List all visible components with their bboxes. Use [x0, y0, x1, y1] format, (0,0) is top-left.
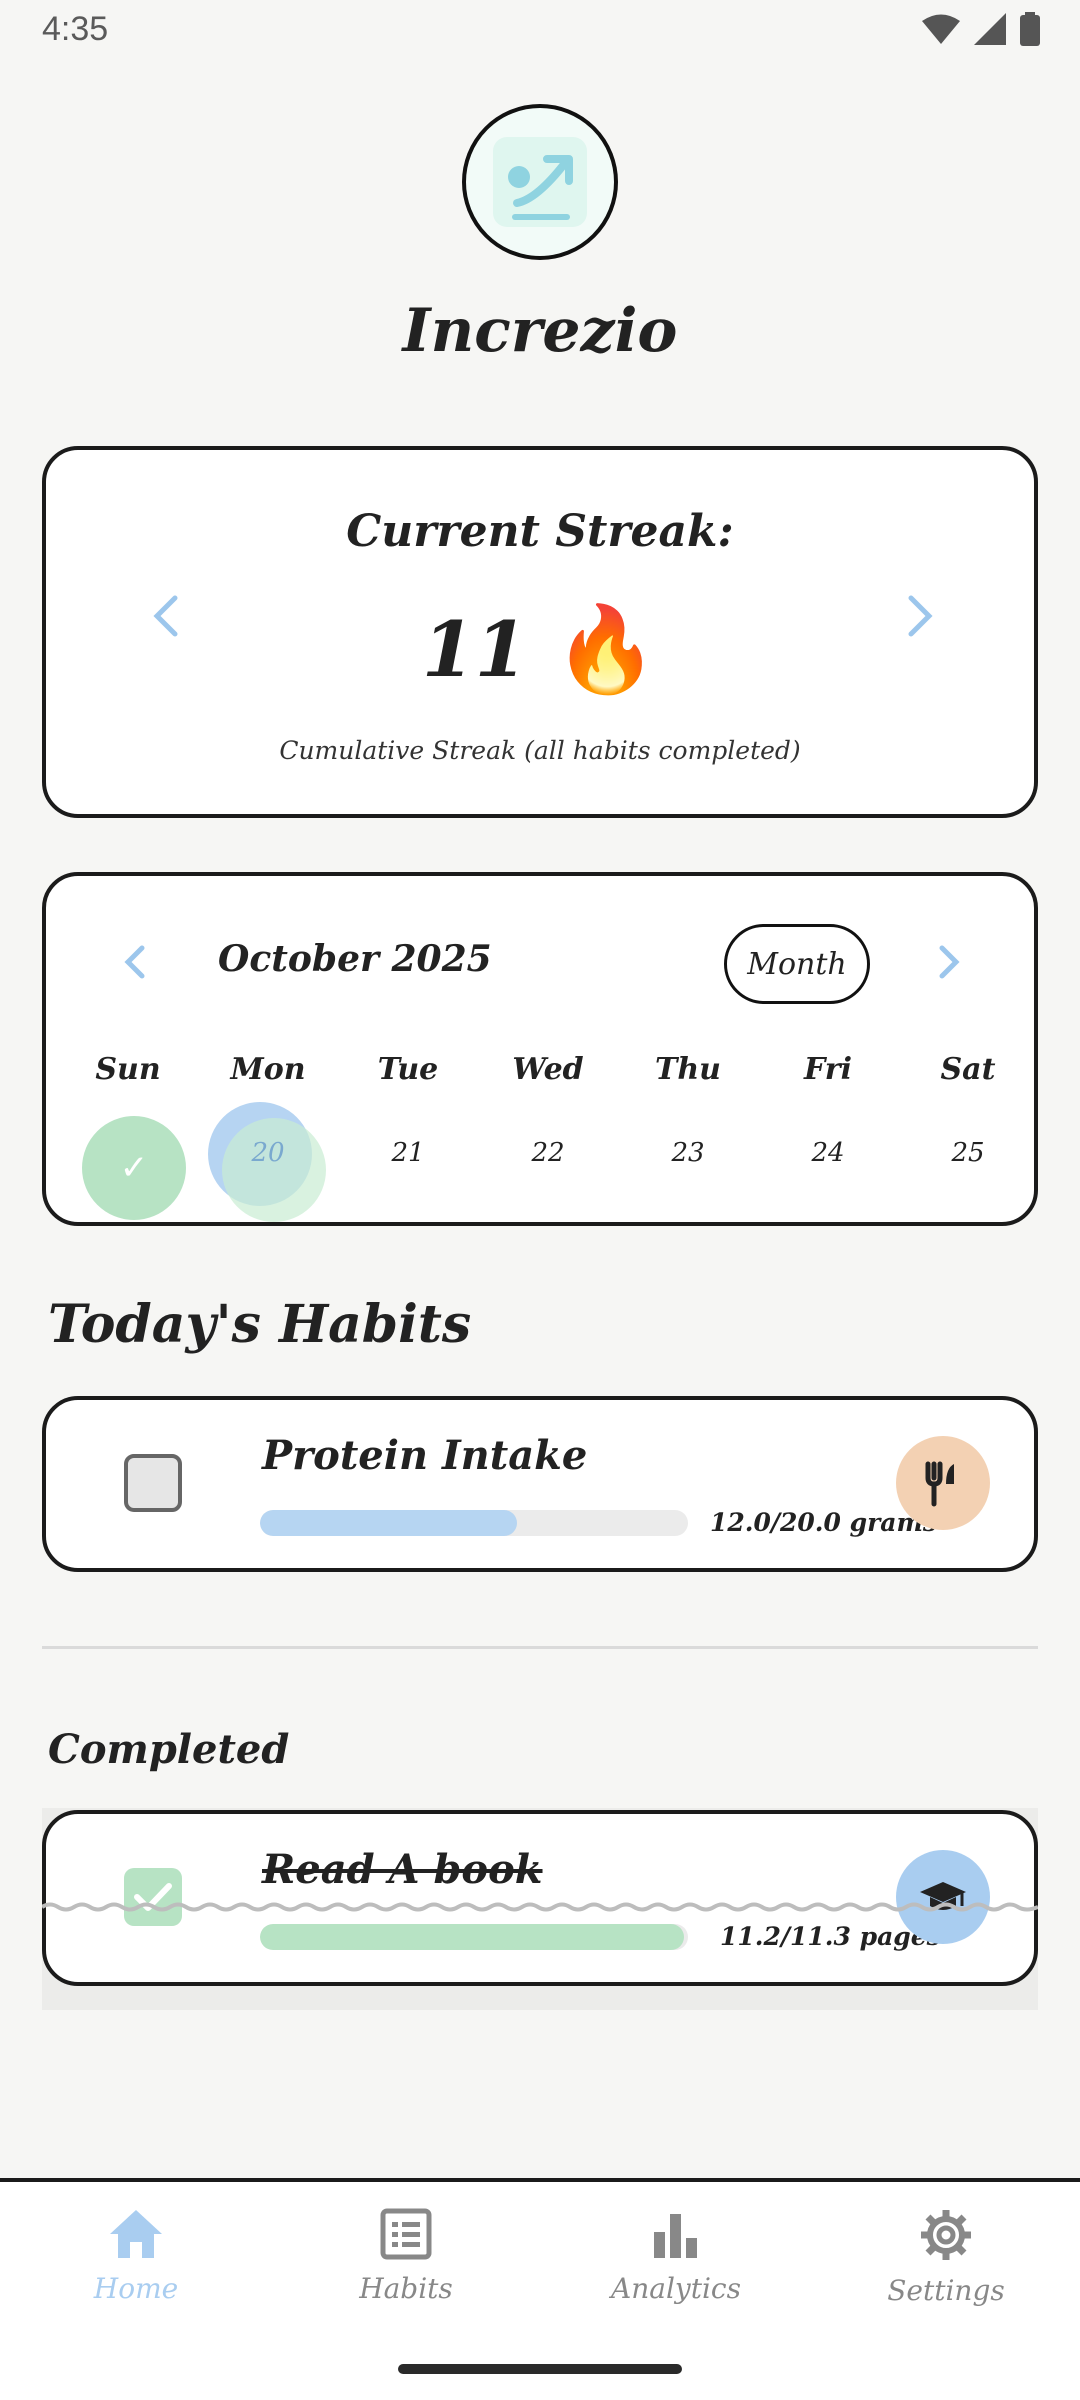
calendar-card: October 2025 Month Sun Mon Tue Wed Thu F…	[42, 872, 1038, 1226]
wifi-icon	[922, 14, 960, 44]
habit-card-protein[interactable]: Protein Intake 12.0/20.0 grams	[42, 1396, 1038, 1572]
gear-icon	[921, 2210, 971, 2260]
chevron-right-icon	[908, 595, 933, 637]
battery-icon	[1020, 12, 1040, 46]
habit-checkbox[interactable]	[124, 1454, 182, 1512]
trend-up-icon	[493, 137, 587, 227]
day-sun-completed[interactable]: ✓	[82, 1116, 186, 1220]
check-icon: ✓	[119, 1148, 149, 1188]
habit-name: Read A book	[262, 1846, 543, 1893]
calendar-prev-button[interactable]	[110, 938, 158, 986]
nav-label-analytics: Analytics	[611, 2272, 741, 2305]
utensils-icon	[896, 1436, 990, 1530]
completed-title: Completed	[48, 1726, 290, 1773]
home-icon	[110, 2210, 162, 2258]
nav-home[interactable]: Home	[36, 2208, 236, 2305]
habit-card-read-book[interactable]: Read A book 11.2/11.3 pages	[42, 1810, 1038, 1986]
gesture-bar	[398, 2364, 682, 2374]
graduation-cap-icon	[896, 1850, 990, 1944]
todays-habits-title: Today's Habits	[48, 1294, 472, 1355]
habit-progress-bar	[260, 1510, 688, 1536]
day-20[interactable]: 20	[218, 1138, 318, 1168]
habit-progress-text: 12.0/20.0 grams	[710, 1508, 937, 1537]
status-time: 4:35	[42, 10, 109, 48]
streak-value-row: 11 🔥	[46, 600, 1034, 699]
fire-icon: 🔥	[553, 600, 659, 698]
signal-icon	[974, 13, 1006, 45]
divider	[42, 1646, 1038, 1649]
app-title: Increzio	[402, 296, 678, 366]
calendar-view-button[interactable]: Month	[724, 924, 870, 1004]
day-24[interactable]: 24	[778, 1138, 878, 1168]
weekday-tue: Tue	[377, 1052, 439, 1087]
weekday-sun: Sun	[95, 1052, 161, 1087]
streak-next-button[interactable]	[896, 592, 944, 640]
streak-subtitle: Cumulative Streak (all habits completed)	[279, 736, 801, 765]
chevron-right-icon	[939, 945, 960, 979]
weekday-thu: Thu	[655, 1052, 721, 1087]
bar-chart-icon	[654, 2214, 697, 2258]
streak-value: 11	[421, 605, 528, 694]
habit-progress-fill	[260, 1510, 517, 1536]
nav-label-habits: Habits	[359, 2272, 453, 2305]
day-25[interactable]: 25	[918, 1138, 1018, 1168]
streak-card: Current Streak: 11 🔥 Cumulative Streak (…	[42, 446, 1038, 818]
calendar-next-button[interactable]	[926, 938, 974, 986]
nav-habits[interactable]: Habits	[306, 2208, 506, 2305]
habit-progress-bar	[260, 1924, 688, 1950]
list-icon	[380, 2208, 432, 2260]
nav-label-home: Home	[93, 2272, 179, 2305]
completed-strike-line	[42, 1902, 1038, 1912]
calendar-month-label: October 2025	[218, 938, 492, 980]
day-today-ring	[222, 1118, 326, 1222]
status-icons	[922, 12, 1040, 46]
day-23[interactable]: 23	[638, 1138, 738, 1168]
chevron-left-icon	[124, 945, 145, 979]
weekday-mon: Mon	[230, 1052, 306, 1087]
weekday-sat: Sat	[940, 1052, 996, 1087]
app-logo	[462, 104, 618, 260]
nav-label-settings: Settings	[887, 2274, 1005, 2307]
streak-title: Current Streak:	[346, 506, 734, 557]
habit-progress-fill	[260, 1924, 684, 1950]
nav-settings[interactable]: Settings	[846, 2208, 1046, 2307]
day-22[interactable]: 22	[498, 1138, 598, 1168]
day-21[interactable]: 21	[358, 1138, 458, 1168]
nav-analytics[interactable]: Analytics	[576, 2208, 776, 2305]
habit-name: Protein Intake	[262, 1432, 588, 1479]
weekday-wed: Wed	[512, 1052, 584, 1087]
status-bar: 4:35	[0, 0, 1080, 66]
habit-checkbox-checked[interactable]	[124, 1868, 182, 1926]
weekday-fri: Fri	[804, 1052, 852, 1087]
